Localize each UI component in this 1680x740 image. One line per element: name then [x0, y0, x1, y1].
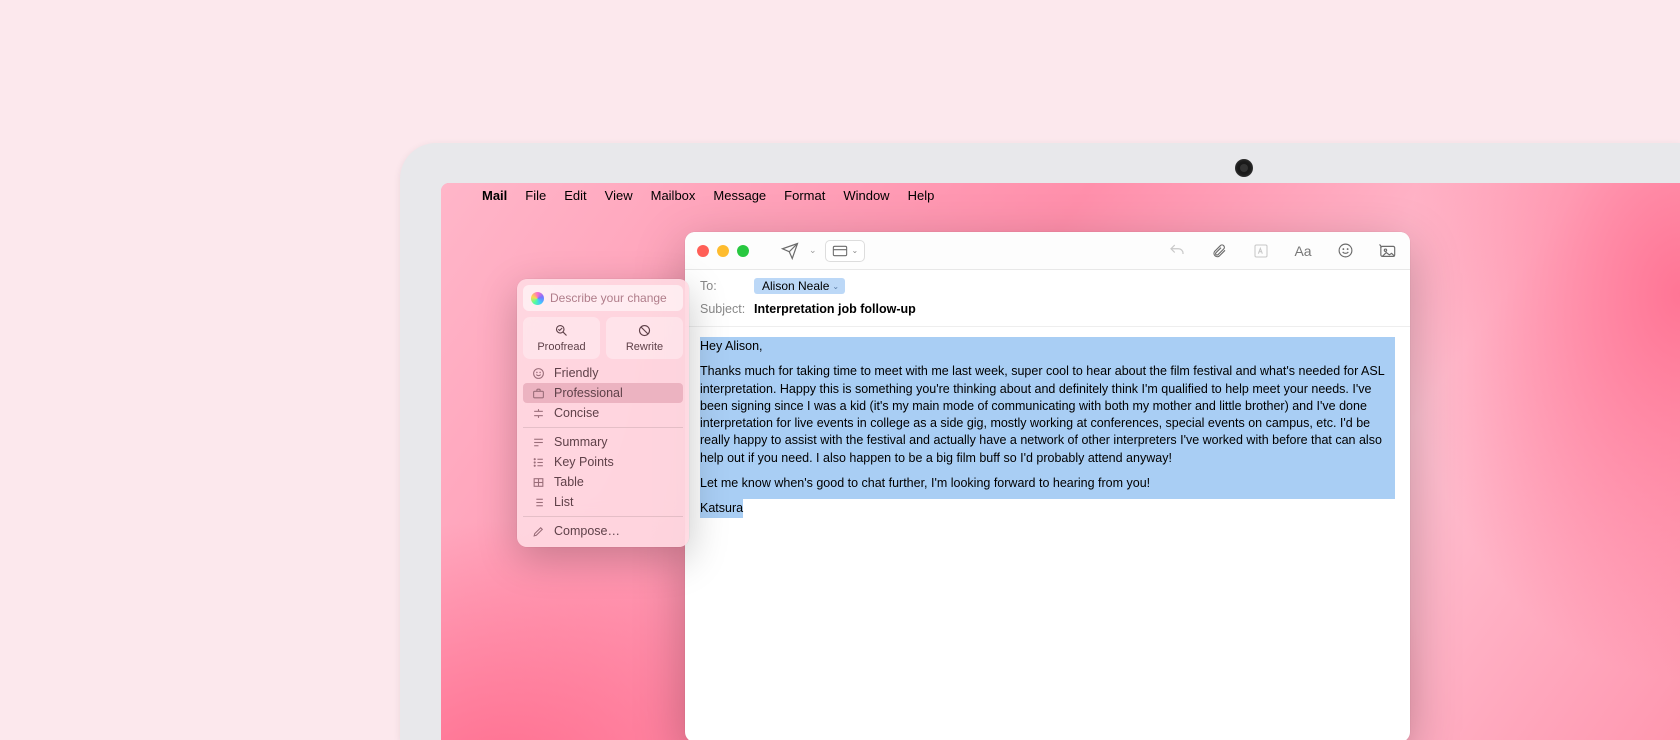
separator	[523, 427, 683, 428]
tone-label: Friendly	[554, 366, 598, 380]
menubar-item-file[interactable]: File	[516, 188, 555, 203]
format-label: Table	[554, 475, 584, 489]
compose-header: To: Alison Neale ⌄ Subject: Interpretati…	[685, 270, 1410, 327]
tone-friendly[interactable]: Friendly	[523, 363, 683, 383]
menubar-app-name[interactable]: Mail	[473, 188, 516, 203]
format-label: Summary	[554, 435, 607, 449]
format-summary[interactable]: Summary	[523, 432, 683, 452]
menubar-item-help[interactable]: Help	[899, 188, 944, 203]
magnify-check-icon	[554, 323, 569, 338]
rewrite-icon	[637, 323, 652, 338]
format-list[interactable]: List	[523, 492, 683, 512]
compose-titlebar: ⌄ ⌄ Aa	[685, 232, 1410, 270]
separator	[523, 516, 683, 517]
rewrite-label: Rewrite	[626, 341, 663, 353]
window-zoom-button[interactable]	[737, 245, 749, 257]
writing-tools-panel: Describe your change Proofread Rewrite	[517, 279, 689, 547]
window-minimize-button[interactable]	[717, 245, 729, 257]
send-icon[interactable]	[779, 240, 801, 262]
summary-icon	[531, 436, 545, 449]
compose-option[interactable]: Compose…	[523, 521, 683, 541]
body-paragraph-1: Thanks much for taking time to meet with…	[700, 362, 1395, 468]
menubar-item-mailbox[interactable]: Mailbox	[642, 188, 705, 203]
proofread-button[interactable]: Proofread	[523, 317, 600, 359]
menubar-item-view[interactable]: View	[596, 188, 642, 203]
proofread-label: Proofread	[537, 341, 585, 353]
recipient-name: Alison Neale	[762, 279, 829, 293]
header-fields-button[interactable]: ⌄	[825, 240, 866, 262]
pencil-icon	[531, 525, 545, 538]
format-label: Key Points	[554, 455, 614, 469]
smile-icon	[531, 367, 545, 380]
menubar-item-format[interactable]: Format	[775, 188, 834, 203]
compose-body[interactable]: Hey Alison, Thanks much for taking time …	[685, 327, 1410, 528]
format-table[interactable]: Table	[523, 472, 683, 492]
menubar-item-edit[interactable]: Edit	[555, 188, 595, 203]
photo-browser-icon[interactable]	[1376, 240, 1398, 262]
attachment-icon[interactable]	[1208, 240, 1230, 262]
macos-menubar: Mail File Edit View Mailbox Message Form…	[441, 183, 1680, 207]
tone-concise[interactable]: Concise	[523, 403, 683, 423]
intelligence-icon	[531, 292, 544, 305]
table-icon	[531, 476, 545, 489]
prompt-placeholder: Describe your change	[550, 291, 667, 305]
rewrite-button[interactable]: Rewrite	[606, 317, 683, 359]
writing-tools-prompt-input[interactable]: Describe your change	[523, 285, 683, 311]
briefcase-icon	[531, 387, 545, 400]
subject-input[interactable]: Interpretation job follow-up	[754, 302, 916, 316]
mail-compose-window: ⌄ ⌄ Aa	[685, 232, 1410, 740]
recipient-chip[interactable]: Alison Neale ⌄	[754, 278, 845, 294]
tone-label: Professional	[554, 386, 623, 400]
menubar-item-window[interactable]: Window	[834, 188, 898, 203]
desktop-screen: Mail File Edit View Mailbox Message Form…	[441, 183, 1680, 740]
format-key-points[interactable]: Key Points	[523, 452, 683, 472]
send-options-chevron-icon[interactable]: ⌄	[805, 245, 821, 256]
compose-label: Compose…	[554, 524, 620, 538]
tone-professional[interactable]: Professional	[523, 383, 683, 403]
reply-icon[interactable]	[1166, 240, 1188, 262]
body-signature: Katsura	[700, 499, 743, 518]
window-close-button[interactable]	[697, 245, 709, 257]
bullets-icon	[531, 456, 545, 469]
format-label: List	[554, 495, 573, 509]
body-paragraph-2: Let me know when's good to chat further,…	[700, 474, 1395, 493]
subject-field-label: Subject:	[700, 302, 754, 316]
compress-icon	[531, 407, 545, 420]
format-button[interactable]: Aa	[1292, 240, 1314, 262]
chevron-down-icon[interactable]: ⌄	[832, 282, 839, 291]
camera-notch	[1235, 159, 1253, 177]
menubar-item-message[interactable]: Message	[704, 188, 775, 203]
to-field-label: To:	[700, 279, 754, 293]
body-greeting: Hey Alison,	[700, 337, 1395, 356]
list-icon	[531, 496, 545, 509]
emoji-icon[interactable]	[1334, 240, 1356, 262]
markup-icon[interactable]	[1250, 240, 1272, 262]
tone-label: Concise	[554, 406, 599, 420]
